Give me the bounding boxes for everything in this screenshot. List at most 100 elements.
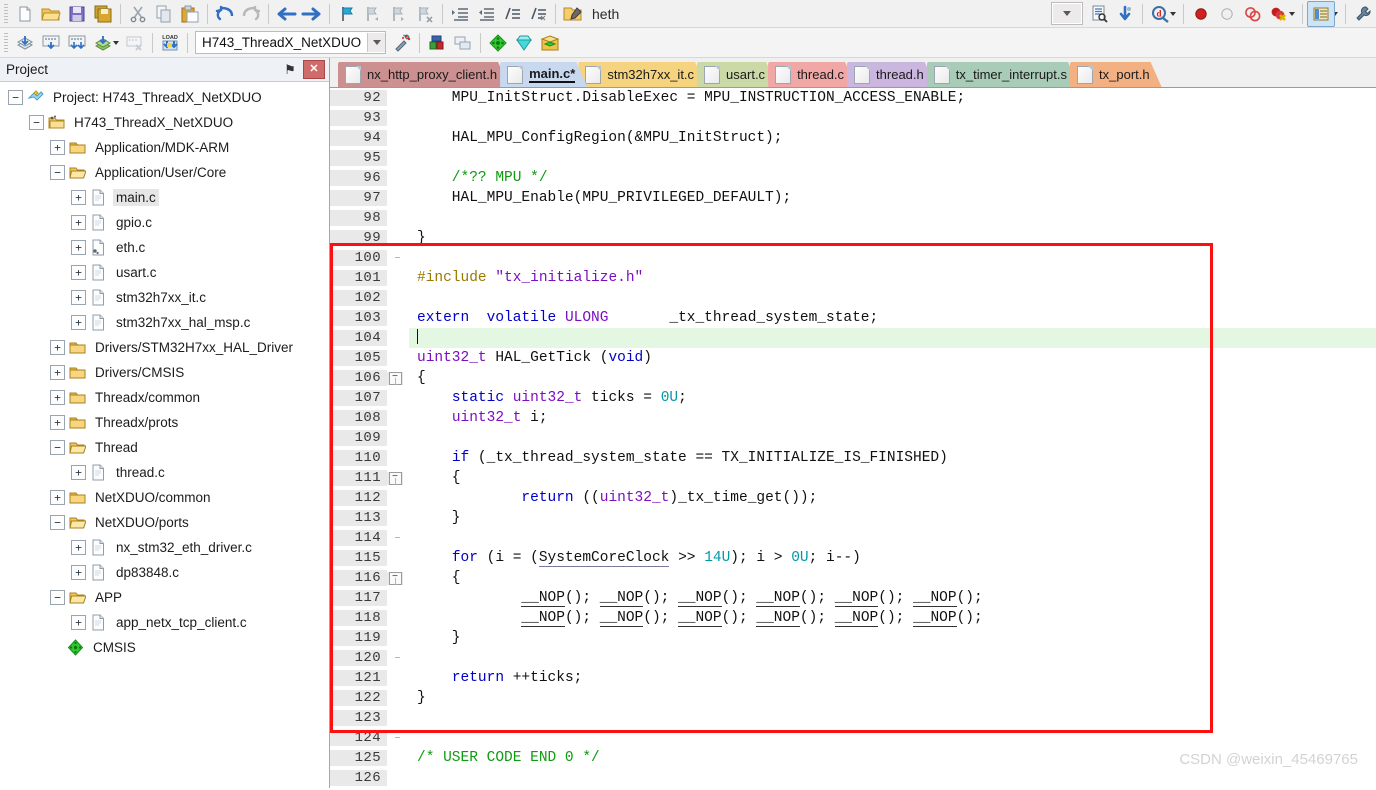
- code-text[interactable]: {: [409, 368, 1376, 388]
- code-text[interactable]: [409, 248, 1376, 268]
- bookmark-toggle-button[interactable]: [334, 2, 360, 26]
- collapse-icon[interactable]: −: [50, 515, 65, 530]
- tree-item[interactable]: + Threadx/prots: [0, 410, 329, 435]
- code-text[interactable]: }: [409, 508, 1376, 528]
- manage-windows-button[interactable]: [1307, 0, 1335, 27]
- code-text[interactable]: __NOP(); __NOP(); __NOP(); __NOP(); __NO…: [409, 608, 1376, 628]
- uncomment-button[interactable]: [525, 2, 551, 26]
- stop-build-button[interactable]: [122, 31, 148, 55]
- tree-item[interactable]: + stm32h7xx_it.c: [0, 285, 329, 310]
- tree-item[interactable]: + main.c: [0, 185, 329, 210]
- configure-button[interactable]: [1350, 2, 1376, 26]
- find-in-files-button[interactable]: [1086, 2, 1112, 26]
- software-packs-button[interactable]: [537, 31, 563, 55]
- editor-tab[interactable]: main.c*: [500, 62, 587, 87]
- expand-icon[interactable]: +: [71, 240, 86, 255]
- expand-icon[interactable]: +: [71, 565, 86, 580]
- close-icon[interactable]: ✕: [303, 60, 325, 79]
- expand-icon[interactable]: +: [71, 315, 86, 330]
- expand-icon[interactable]: +: [50, 140, 65, 155]
- collapse-icon[interactable]: −: [29, 115, 44, 130]
- code-text[interactable]: }: [409, 688, 1376, 708]
- pack-installer-button[interactable]: [485, 31, 511, 55]
- code-text[interactable]: }: [409, 628, 1376, 648]
- cut-button[interactable]: [125, 2, 151, 26]
- code-editor[interactable]: 92 MPU_InitStruct.DisableExec = MPU_INST…: [330, 88, 1376, 788]
- code-line[interactable]: 106−{: [330, 368, 1376, 388]
- tree-item[interactable]: + Threadx/common: [0, 385, 329, 410]
- collapse-icon[interactable]: −: [50, 440, 65, 455]
- code-line[interactable]: 92 MPU_InitStruct.DisableExec = MPU_INST…: [330, 88, 1376, 108]
- expand-icon[interactable]: +: [71, 265, 86, 280]
- bookmark-prev-button[interactable]: [360, 2, 386, 26]
- expand-icon[interactable]: +: [71, 615, 86, 630]
- paste-button[interactable]: [177, 2, 203, 26]
- code-line[interactable]: 98: [330, 208, 1376, 228]
- tree-item[interactable]: + stm32h7xx_hal_msp.c: [0, 310, 329, 335]
- tree-item[interactable]: − Project: H743_ThreadX_NetXDUO: [0, 85, 329, 110]
- editor-tab[interactable]: tx_timer_interrupt.s: [927, 62, 1079, 87]
- undo-button[interactable]: [212, 2, 238, 26]
- tree-item[interactable]: + NetXDUO/common: [0, 485, 329, 510]
- indent-button[interactable]: [447, 2, 473, 26]
- code-line[interactable]: 103 extern volatile ULONG _tx_thread_syst…: [330, 308, 1376, 328]
- editor-tab[interactable]: stm32h7xx_it.c: [578, 62, 706, 87]
- expand-icon[interactable]: +: [71, 190, 86, 205]
- code-line[interactable]: 114: [330, 528, 1376, 548]
- manage-runtime-button[interactable]: [511, 31, 537, 55]
- tree-item[interactable]: − H743_ThreadX_NetXDUO: [0, 110, 329, 135]
- manage-project-items-button[interactable]: [424, 31, 450, 55]
- search-scope-dropdown[interactable]: [1051, 2, 1083, 25]
- outdent-button[interactable]: [473, 2, 499, 26]
- code-text[interactable]: extern volatile ULONG _tx_thread_system_…: [409, 308, 1376, 328]
- code-line[interactable]: 101 #include "tx_initialize.h": [330, 268, 1376, 288]
- code-text[interactable]: [409, 728, 1376, 748]
- code-line[interactable]: 97 HAL_MPU_Enable(MPU_PRIVILEGED_DEFAULT…: [330, 188, 1376, 208]
- tree-item[interactable]: − APP: [0, 585, 329, 610]
- code-line[interactable]: 102: [330, 288, 1376, 308]
- tree-item[interactable]: + gpio.c: [0, 210, 329, 235]
- tree-item[interactable]: + Application/MDK-ARM: [0, 135, 329, 160]
- code-line[interactable]: 96 /*?? MPU */: [330, 168, 1376, 188]
- breakpoint-disable-button[interactable]: [1214, 2, 1240, 26]
- code-text[interactable]: [409, 428, 1376, 448]
- code-text[interactable]: [409, 208, 1376, 228]
- code-text[interactable]: {: [409, 468, 1376, 488]
- editor-tab[interactable]: usart.c: [697, 62, 777, 87]
- code-text[interactable]: uint32_t i;: [409, 408, 1376, 428]
- toolbar-grip[interactable]: [4, 3, 8, 24]
- expand-icon[interactable]: +: [71, 540, 86, 555]
- code-line[interactable]: 108 uint32_t i;: [330, 408, 1376, 428]
- tree-item[interactable]: − NetXDUO/ports: [0, 510, 329, 535]
- save-button[interactable]: [64, 2, 90, 26]
- tree-item[interactable]: + eth.c: [0, 235, 329, 260]
- expand-icon[interactable]: +: [50, 390, 65, 405]
- rebuild-button[interactable]: [64, 31, 90, 55]
- code-text[interactable]: /*?? MPU */: [409, 168, 1376, 188]
- code-line[interactable]: 117 __NOP(); __NOP(); __NOP(); __NOP(); …: [330, 588, 1376, 608]
- tree-item[interactable]: + dp83848.c: [0, 560, 329, 585]
- code-line[interactable]: 122}: [330, 688, 1376, 708]
- breakpoint-kill-all-button[interactable]: [1266, 2, 1292, 26]
- code-text[interactable]: [409, 108, 1376, 128]
- new-file-button[interactable]: [12, 2, 38, 26]
- collapse-icon[interactable]: −: [50, 590, 65, 605]
- code-line[interactable]: 99}: [330, 228, 1376, 248]
- code-text[interactable]: {: [409, 568, 1376, 588]
- open-file-button[interactable]: [38, 2, 64, 26]
- save-all-button[interactable]: [90, 2, 116, 26]
- expand-icon[interactable]: +: [50, 340, 65, 355]
- tree-item[interactable]: CMSIS: [0, 635, 329, 660]
- breakpoint-insert-button[interactable]: [1188, 2, 1214, 26]
- expand-icon[interactable]: +: [50, 490, 65, 505]
- tree-item[interactable]: + Drivers/CMSIS: [0, 360, 329, 385]
- code-text[interactable]: [409, 528, 1376, 548]
- code-line[interactable]: 94 HAL_MPU_ConfigRegion(&MPU_InitStruct)…: [330, 128, 1376, 148]
- tree-item[interactable]: + Drivers/STM32H7xx_HAL_Driver: [0, 335, 329, 360]
- load-download-button[interactable]: LOAD: [157, 31, 183, 55]
- code-line[interactable]: 111− {: [330, 468, 1376, 488]
- code-line[interactable]: 95: [330, 148, 1376, 168]
- bookmark-next-button[interactable]: [386, 2, 412, 26]
- expand-icon[interactable]: +: [71, 215, 86, 230]
- code-line[interactable]: 124: [330, 728, 1376, 748]
